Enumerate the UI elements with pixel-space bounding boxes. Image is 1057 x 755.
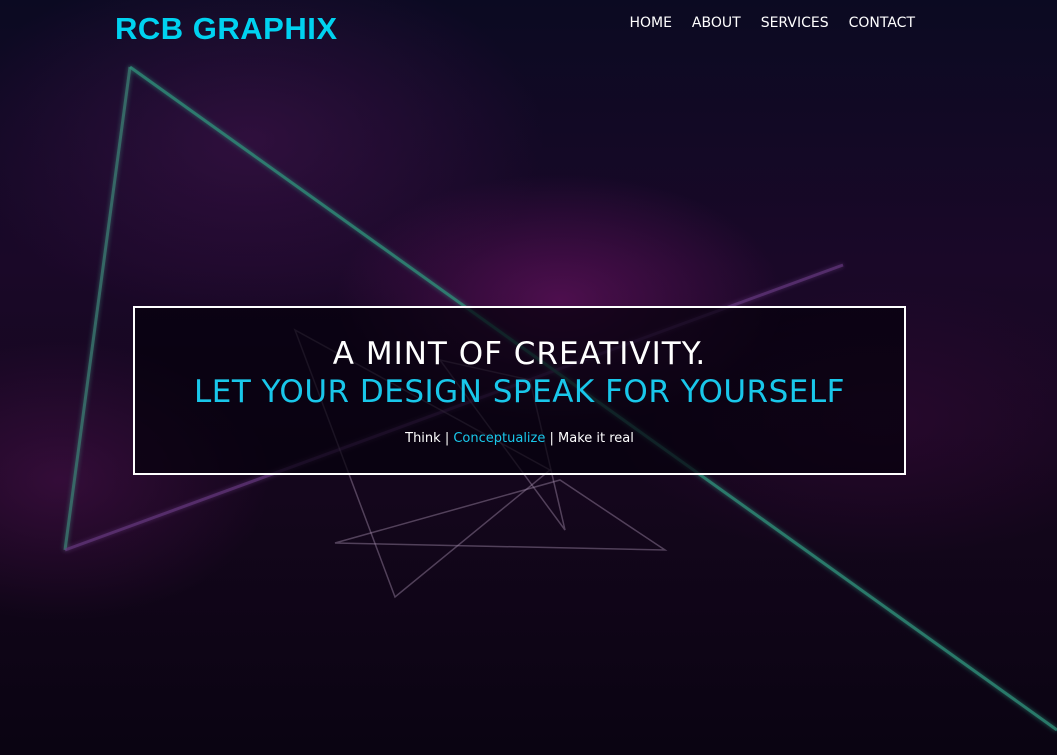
tagline-conceptualize: Conceptualize	[453, 431, 546, 446]
navbar: RCB GRAPHIX HOME ABOUT SERVICES CONTACT	[0, 0, 1057, 50]
hero-headline: A MINT OF CREATIVITY.	[332, 336, 707, 372]
hero-tagline: Think | Conceptualize | Make it real	[135, 430, 904, 448]
brand-logo[interactable]: RCB GRAPHIX	[115, 11, 338, 47]
tagline-separator: |	[545, 431, 559, 446]
nav-home-link[interactable]: HOME	[629, 13, 671, 33]
tagline-make-it-real: Make it real	[558, 431, 634, 446]
tagline-think: Think	[405, 431, 441, 446]
page: RCB GRAPHIX HOME ABOUT SERVICES CONTACT …	[0, 0, 1057, 755]
tagline-separator: |	[440, 431, 454, 446]
main-nav: HOME ABOUT SERVICES CONTACT	[629, 13, 915, 33]
hero-subheadline: LET YOUR DESIGN SPEAK FOR YOURSELF	[194, 374, 845, 410]
nav-services-link[interactable]: SERVICES	[761, 13, 829, 33]
nav-contact-link[interactable]: CONTACT	[849, 13, 915, 33]
hero-banner: A MINT OF CREATIVITY. LET YOUR DESIGN SP…	[133, 306, 906, 475]
nav-about-link[interactable]: ABOUT	[692, 13, 741, 33]
